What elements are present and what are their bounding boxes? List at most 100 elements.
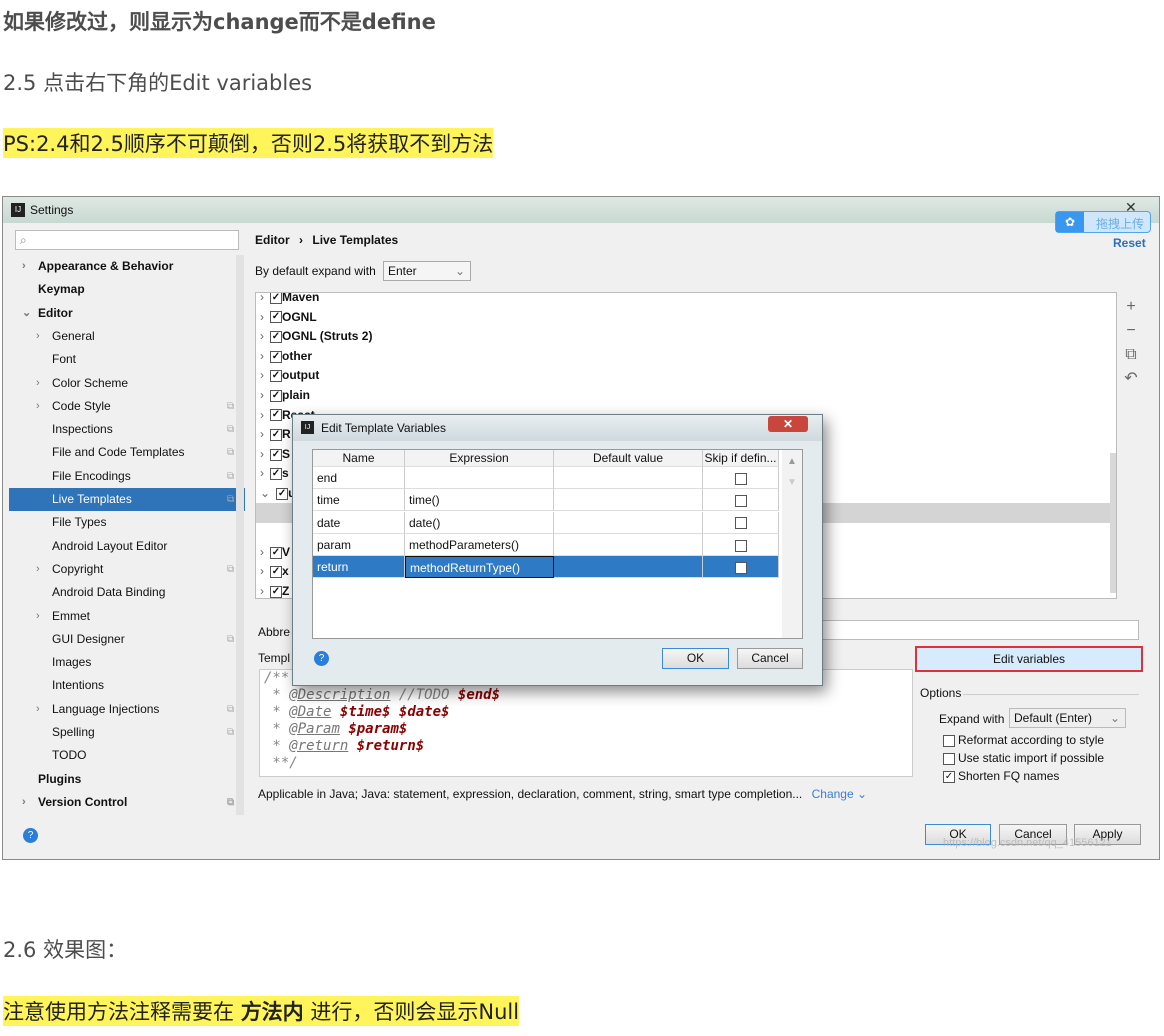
sidebar-item[interactable]: File and Code Templates ⧉ — [9, 441, 245, 464]
cell-skip[interactable] — [703, 511, 779, 534]
chevron-right-icon[interactable]: › — [22, 255, 26, 278]
option-checkbox[interactable]: ✓ Shorten FQ names — [943, 769, 1059, 783]
chevron-down-icon[interactable]: ⌄ — [260, 486, 270, 500]
chevron-right-icon[interactable]: › — [260, 349, 264, 363]
reset-link[interactable]: Reset — [1113, 236, 1146, 250]
sidebar-item[interactable]: Images — [9, 651, 245, 674]
sidebar-item[interactable]: › General — [9, 325, 245, 348]
skip-checkbox[interactable] — [734, 472, 747, 485]
upload-overlay[interactable]: ✿ 拖拽上传 — [1055, 211, 1151, 233]
checkbox[interactable]: ✓ — [270, 566, 282, 579]
checkbox[interactable]: ✓ — [270, 409, 282, 422]
template-group[interactable]: › ✓ V — [260, 543, 290, 562]
copy-icon[interactable]: ⧉ — [1123, 343, 1139, 367]
cell-def[interactable] — [554, 556, 703, 579]
chevron-right-icon[interactable]: › — [260, 408, 264, 422]
checkbox[interactable]: ✓ — [270, 331, 282, 344]
table-row[interactable]: param methodParameters() — [313, 533, 779, 556]
cell-name[interactable]: date — [313, 511, 405, 534]
chevron-right-icon[interactable]: › — [36, 558, 40, 581]
checkbox[interactable]: ✓ — [270, 293, 282, 304]
scroll-down-icon[interactable]: ▼ — [782, 477, 802, 488]
cell-name[interactable]: end — [313, 467, 405, 489]
cell-name[interactable]: time — [313, 489, 405, 512]
chevron-right-icon[interactable]: › — [260, 447, 264, 461]
sidebar-item[interactable]: GUI Designer ⧉ — [9, 628, 245, 651]
checkbox[interactable]: ✓ — [270, 546, 282, 559]
edit-variables-button[interactable]: Edit variables — [915, 646, 1143, 672]
sidebar-item[interactable]: Keymap — [9, 278, 245, 301]
template-group[interactable]: › ✓ Z — [260, 582, 289, 598]
column-header[interactable]: Default value — [554, 450, 703, 467]
sidebar-item[interactable]: Intentions — [9, 674, 245, 697]
dialog-ok-button[interactable]: OK — [662, 648, 729, 669]
template-group[interactable]: › ✓ output — [260, 366, 319, 385]
template-group[interactable]: ⌄✓u — [260, 484, 295, 503]
cell-skip[interactable] — [703, 533, 779, 556]
checkbox[interactable]: ✓ — [270, 468, 282, 481]
expand-select[interactable]: Enter ⌄ — [383, 261, 471, 281]
sidebar-item[interactable]: File Types — [9, 511, 245, 534]
chevron-right-icon[interactable]: › — [36, 605, 40, 628]
sidebar-item[interactable]: File Encodings ⧉ — [9, 465, 245, 488]
cell-def[interactable] — [554, 533, 703, 556]
restore-icon[interactable]: ↶ — [1123, 367, 1139, 391]
checkbox[interactable] — [943, 752, 955, 765]
chevron-right-icon[interactable]: › — [22, 791, 26, 814]
sidebar-item[interactable]: › Version Control ⧉ — [9, 791, 245, 814]
chevron-right-icon[interactable]: › — [260, 293, 264, 304]
template-group[interactable]: › ✓ OGNL (Struts 2) — [260, 327, 372, 346]
sidebar-item[interactable]: ⌄ Editor — [9, 302, 245, 325]
cell-name[interactable]: param — [313, 533, 405, 556]
cell-skip[interactable] — [703, 467, 779, 489]
sidebar-item[interactable]: Inspections ⧉ — [9, 418, 245, 441]
chevron-right-icon[interactable]: › — [36, 372, 40, 395]
column-header[interactable]: Skip if defin... — [703, 450, 779, 467]
chevron-right-icon[interactable]: › — [260, 584, 264, 598]
sidebar-item[interactable]: Spelling ⧉ — [9, 721, 245, 744]
template-group[interactable]: › ✓ other — [260, 347, 312, 366]
add-icon[interactable]: + — [1123, 295, 1139, 319]
sidebar-item[interactable]: Live Templates ⧉ — [9, 488, 245, 511]
breadcrumb-editor[interactable]: Editor — [255, 233, 290, 247]
template-group[interactable]: › ✓ plain — [260, 386, 310, 405]
chevron-right-icon[interactable]: › — [260, 564, 264, 578]
template-group[interactable]: › ✓ s — [260, 464, 289, 483]
checkbox[interactable] — [943, 734, 955, 747]
cell-def[interactable] — [554, 511, 703, 534]
sidebar-item[interactable]: › Appearance & Behavior — [9, 255, 245, 278]
skip-checkbox[interactable] — [734, 495, 747, 508]
cell-expr[interactable]: date() — [405, 511, 554, 534]
cell-expr[interactable]: methodParameters() — [405, 533, 554, 556]
chevron-right-icon[interactable]: › — [36, 325, 40, 348]
chevron-right-icon[interactable]: › — [260, 466, 264, 480]
sidebar-item[interactable]: TODO — [9, 744, 245, 767]
cell-expr[interactable]: time() — [405, 489, 554, 512]
column-header[interactable]: Expression — [405, 450, 554, 467]
cell-skip[interactable] — [703, 489, 779, 512]
sidebar-item[interactable]: › Language Injections ⧉ — [9, 698, 245, 721]
cell-def[interactable] — [554, 467, 703, 489]
chevron-right-icon[interactable]: › — [260, 329, 264, 343]
checkbox[interactable]: ✓ — [270, 429, 282, 442]
chevron-right-icon[interactable]: › — [260, 545, 264, 559]
template-group[interactable]: › ✓ R — [260, 425, 291, 444]
dialog-close-icon[interactable]: ✕ — [768, 416, 808, 432]
scroll-up-icon[interactable]: ▲ — [782, 456, 802, 467]
table-row[interactable]: date date() — [313, 511, 779, 534]
checkbox[interactable]: ✓ — [270, 448, 282, 461]
template-group[interactable]: › ✓ Maven — [260, 293, 319, 307]
sidebar-item[interactable]: › Emmet — [9, 605, 245, 628]
list-scrollbar[interactable] — [1110, 453, 1116, 593]
checkbox[interactable]: ✓ — [276, 487, 289, 500]
cell-def[interactable] — [554, 489, 703, 512]
checkbox[interactable]: ✓ — [270, 311, 282, 324]
option-checkbox[interactable]: Use static import if possible — [943, 751, 1104, 765]
dialog-cancel-button[interactable]: Cancel — [737, 648, 803, 669]
sidebar-item[interactable]: Android Layout Editor — [9, 535, 245, 558]
sidebar-item[interactable]: Android Data Binding — [9, 581, 245, 604]
checkbox[interactable]: ✓ — [270, 389, 282, 402]
cell-skip[interactable] — [703, 556, 779, 579]
checkbox[interactable]: ✓ — [270, 370, 282, 383]
chevron-right-icon[interactable]: › — [260, 388, 264, 402]
